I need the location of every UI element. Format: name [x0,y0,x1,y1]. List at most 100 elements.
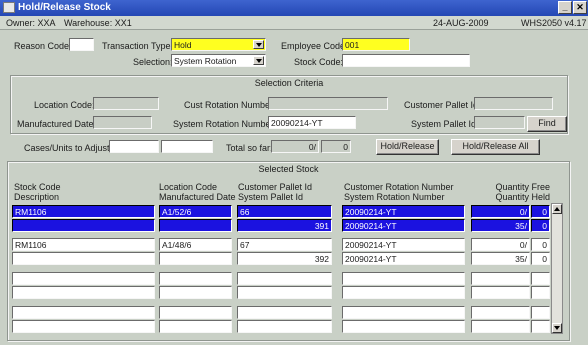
info-bar: Owner: XXA Warehouse: XX1 24-AUG-2009 WH… [0,16,588,30]
units-adjust-input[interactable] [161,140,213,153]
row-mfg-field[interactable] [159,286,232,299]
selection-value: System Rotation [174,56,237,66]
cases-adjust-input[interactable] [109,140,159,153]
stock-scrollbar[interactable] [551,203,563,334]
row-sys-rot-field[interactable]: 20090214-YT [342,252,465,265]
row-sys-pallet-field[interactable] [237,320,332,333]
row-stock-field[interactable]: RM1106 [12,205,155,218]
col-system-rotation: System Rotation Number [344,192,445,202]
col-customer-rotation: Customer Rotation Number [344,182,454,192]
scroll-up-icon[interactable] [552,204,562,214]
row-cust-pallet-field[interactable]: 66 [237,205,332,218]
system-pallet-label: System Pallet Id: [411,119,479,129]
row-free-cases-field[interactable] [471,306,530,319]
row-free-units-field[interactable]: 0 [531,238,550,251]
total-units-field: 0 [321,140,351,153]
row-mfg-field[interactable] [159,219,232,232]
total-cases-field: 0/ [271,140,319,153]
warehouse-info: Warehouse: XX1 [64,18,132,28]
cust-rotation-input[interactable] [268,97,388,110]
customer-pallet-label: Customer Pallet Id: [404,100,481,110]
row-sys-rot-field[interactable] [342,320,465,333]
manufactured-date-label: Manufactured Date: [17,119,97,129]
system-rotation-input[interactable]: 20090214-YT [268,116,356,129]
system-pallet-input[interactable] [474,116,525,129]
row-held-units-field[interactable] [531,286,550,299]
close-icon[interactable]: ✕ [573,1,587,14]
row-desc-field[interactable] [12,252,155,265]
row-desc-field[interactable] [12,320,155,333]
row-cust-rot-field[interactable]: 20090214-YT [342,238,465,251]
minimize-icon[interactable]: _ [558,1,572,14]
row-sys-pallet-field[interactable]: 392 [237,252,332,265]
stock-code-input[interactable] [342,54,470,67]
program-info: WHS2050 v4.17 [521,18,587,28]
row-free-units-field[interactable] [531,306,550,319]
title-bar: Hold/Release Stock _ ✕ [0,0,588,16]
row-sys-rot-field[interactable]: 20090214-YT [342,219,465,232]
row-held-units-field[interactable] [531,320,550,333]
row-cust-pallet-field[interactable] [237,306,332,319]
row-free-cases-field[interactable]: 0/ [471,238,530,251]
reason-code-label: Reason Code: [14,41,72,51]
reason-code-input[interactable] [69,38,94,51]
col-quantity-held: Quantity Held [495,192,550,202]
row-cust-pallet-field[interactable]: 67 [237,238,332,251]
selection-select[interactable]: System Rotation [171,54,266,67]
row-sys-pallet-field[interactable]: 391 [237,219,332,232]
row-held-cases-field[interactable]: 35/ [471,219,530,232]
dropdown-arrow-icon[interactable] [253,56,264,65]
selection-label: Selection: [133,57,173,67]
row-sys-pallet-field[interactable] [237,286,332,299]
row-held-cases-field[interactable] [471,320,530,333]
transaction-type-label: Transaction Type: [102,41,174,51]
row-stock-field[interactable]: RM1106 [12,238,155,251]
total-so-far-label: Total so far: [226,143,273,153]
stock-code-label: Stock Code: [294,57,344,67]
location-code-label: Location Code: [34,100,95,110]
row-cust-rot-field[interactable] [342,306,465,319]
col-system-pallet: System Pallet Id [238,192,304,202]
col-customer-pallet: Customer Pallet Id [238,182,313,192]
dropdown-arrow-icon[interactable] [253,40,264,49]
row-loc-field[interactable] [159,306,232,319]
row-cust-rot-field[interactable]: 20090214-YT [342,205,465,218]
row-free-cases-field[interactable] [471,272,530,285]
transaction-type-select[interactable]: Hold [171,38,266,51]
row-cust-rot-field[interactable] [342,272,465,285]
row-stock-field[interactable] [12,272,155,285]
row-held-units-field[interactable]: 0 [531,219,550,232]
row-mfg-field[interactable] [159,252,232,265]
row-sys-rot-field[interactable] [342,286,465,299]
row-stock-field[interactable] [12,306,155,319]
selected-stock-title: Selected Stock [258,164,319,174]
location-code-input[interactable] [93,97,159,110]
find-button[interactable]: Find [527,116,567,132]
col-description: Description [14,192,60,202]
owner-info: Owner: XXA [6,18,56,28]
row-loc-field[interactable]: A1/48/6 [159,238,232,251]
col-manufactured-date: Manufactured Date [159,192,236,202]
hold-release-button[interactable]: Hold/Release [376,139,439,155]
customer-pallet-input[interactable] [474,97,553,110]
row-desc-field[interactable] [12,219,155,232]
row-held-cases-field[interactable] [471,286,530,299]
manufactured-date-input[interactable] [93,116,152,129]
col-location-code: Location Code [159,182,218,192]
row-loc-field[interactable] [159,272,232,285]
transaction-type-value: Hold [174,40,192,50]
scroll-down-icon[interactable] [552,323,562,333]
row-cust-pallet-field[interactable] [237,272,332,285]
row-held-units-field[interactable]: 0 [531,252,550,265]
col-stock-code: Stock Code [14,182,61,192]
row-held-cases-field[interactable]: 35/ [471,252,530,265]
row-free-units-field[interactable] [531,272,550,285]
cases-units-label: Cases/Units to Adjust: [24,143,113,153]
row-free-units-field[interactable]: 0 [531,205,550,218]
row-mfg-field[interactable] [159,320,232,333]
employee-code-input[interactable]: 001 [342,38,410,51]
hold-release-all-button[interactable]: Hold/Release All [451,139,540,155]
row-free-cases-field[interactable]: 0/ [471,205,530,218]
row-loc-field[interactable]: A1/52/6 [159,205,232,218]
row-desc-field[interactable] [12,286,155,299]
